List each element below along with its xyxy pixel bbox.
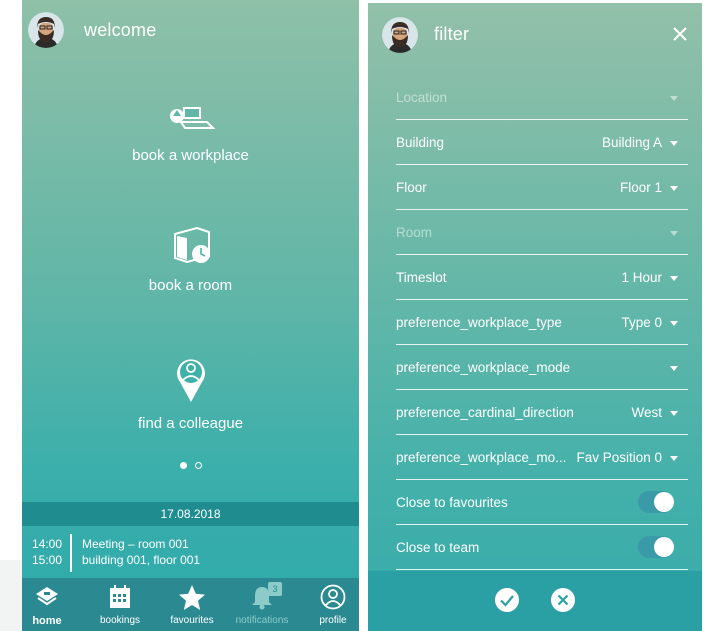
agenda-divider [70, 534, 72, 572]
carousel-dot[interactable] [194, 462, 202, 469]
filter-workplace-type-value: Type 0 [621, 315, 662, 330]
home-screen: welcome book a workplace book a room fin… [22, 0, 359, 631]
check-circle-icon[interactable] [494, 587, 520, 613]
close-to-favourites-label: Close to favourites [396, 495, 508, 510]
filter-workplace-mo-value: Fav Position 0 [576, 450, 662, 465]
chevron-down-icon [670, 411, 678, 416]
star-icon [178, 584, 206, 617]
filter-workplace-type-label: preference_workplace_type [396, 315, 562, 330]
tab-home[interactable]: home [22, 578, 72, 631]
filter-workplace-mo-label: preference_workplace_mo... [396, 450, 567, 465]
book-workplace-label: book a workplace [132, 147, 249, 164]
filter-cardinal-direction[interactable]: preference_cardinal_direction West [396, 390, 688, 435]
find-colleague-label: find a colleague [137, 415, 244, 432]
book-room-label: book a room [148, 277, 233, 294]
filter-header: filter [368, 3, 702, 65]
person-icon [320, 584, 346, 615]
calendar-icon [108, 584, 132, 615]
close-icon[interactable] [670, 24, 690, 44]
toggle-knob [654, 492, 674, 512]
filter-room[interactable]: Room [396, 210, 688, 255]
filter-timeslot[interactable]: Timeslot 1 Hour [396, 255, 688, 300]
x-circle-icon[interactable] [550, 587, 576, 613]
filter-cardinal-direction-label: preference_cardinal_direction [396, 405, 574, 420]
filter-floor-label: Floor [396, 180, 427, 195]
filter-screen: filter Location Building Building A Floo… [368, 3, 702, 631]
page-title: welcome [84, 20, 157, 40]
location-person-icon [22, 352, 359, 409]
avatar[interactable] [382, 17, 418, 53]
filter-building-label: Building [396, 135, 445, 150]
bottom-tab-bar: home bookings favourites 3 notifications… [22, 578, 359, 631]
toggle-knob [654, 537, 674, 557]
chevron-down-icon [670, 456, 678, 461]
find-colleague-button[interactable]: find a colleague [22, 352, 359, 432]
book-workplace-button[interactable]: book a workplace [22, 96, 359, 164]
filter-workplace-type[interactable]: preference_workplace_type Type 0 [396, 300, 688, 345]
agenda-location: building 001, floor 001 [82, 553, 201, 567]
filter-building-value: Building A [601, 135, 662, 150]
filter-building[interactable]: Building Building A [396, 120, 688, 165]
filter-timeslot-label: Timeslot [396, 270, 447, 285]
left-edge-strip [0, 560, 22, 631]
filter-workplace-mo[interactable]: preference_workplace_mo... Fav Position … [396, 435, 688, 480]
tab-home-label: home [32, 615, 62, 627]
filter-workplace-mode[interactable]: preference_workplace_mode [396, 345, 688, 390]
tab-favourites[interactable]: favourites [162, 578, 222, 631]
agenda-end-time: 15:00 [32, 553, 63, 567]
close-to-team-label: Close to team [396, 540, 480, 555]
filter-footer [368, 571, 702, 631]
chevron-down-icon [670, 321, 678, 326]
avatar[interactable] [28, 12, 64, 48]
filter-timeslot-value: 1 Hour [621, 270, 662, 285]
notification-count-badge: 3 [268, 582, 282, 596]
chevron-down-icon [670, 96, 678, 101]
chevron-down-icon [670, 231, 678, 236]
tab-bookings[interactable]: bookings [92, 578, 148, 631]
filter-location[interactable]: Location [396, 75, 688, 120]
tab-profile[interactable]: profile [308, 578, 358, 631]
filter-floor-value: Floor 1 [619, 180, 662, 195]
tab-favourites-label: favourites [170, 615, 214, 626]
carousel-dot-active[interactable] [179, 462, 187, 469]
home-icon [34, 584, 60, 613]
desk-icon [22, 96, 359, 141]
home-header: welcome [22, 0, 359, 62]
filter-title: filter [434, 24, 470, 44]
chevron-down-icon [670, 276, 678, 281]
filter-floor[interactable]: Floor Floor 1 [396, 165, 688, 210]
tab-notifications[interactable]: 3 notifications [230, 578, 294, 631]
book-room-button[interactable]: book a room [22, 226, 359, 294]
agenda-item[interactable]: 14:00 15:00 Meeting – room 001 building … [22, 528, 359, 576]
avatar-image [28, 12, 64, 48]
tab-profile-label: profile [319, 615, 347, 626]
close-to-favourites-toggle[interactable] [638, 491, 674, 513]
agenda-times: 14:00 15:00 [32, 536, 62, 568]
room-clock-icon [22, 226, 359, 271]
tab-bookings-label: bookings [99, 615, 141, 626]
filter-location-label: Location [396, 90, 448, 105]
tab-notifications-label: notifications [235, 615, 289, 626]
agenda-start-time: 14:00 [32, 537, 63, 551]
filter-workplace-mode-label: preference_workplace_mode [396, 360, 571, 375]
chevron-down-icon [670, 186, 678, 191]
carousel-dots [22, 462, 359, 469]
chevron-down-icon [670, 141, 678, 146]
filter-close-to-favourites: Close to favourites [396, 480, 688, 525]
filter-close-to-team: Close to team [396, 525, 688, 570]
agenda-details: Meeting – room 001 building 001, floor 0… [82, 536, 200, 568]
chevron-down-icon [670, 366, 678, 371]
filter-cardinal-direction-value: West [631, 405, 662, 420]
date-bar: 17.08.2018 [22, 502, 359, 526]
close-to-team-toggle[interactable] [638, 536, 674, 558]
agenda-title: Meeting – room 001 [82, 537, 189, 551]
filter-room-label: Room [396, 225, 433, 240]
avatar-image [382, 17, 418, 53]
